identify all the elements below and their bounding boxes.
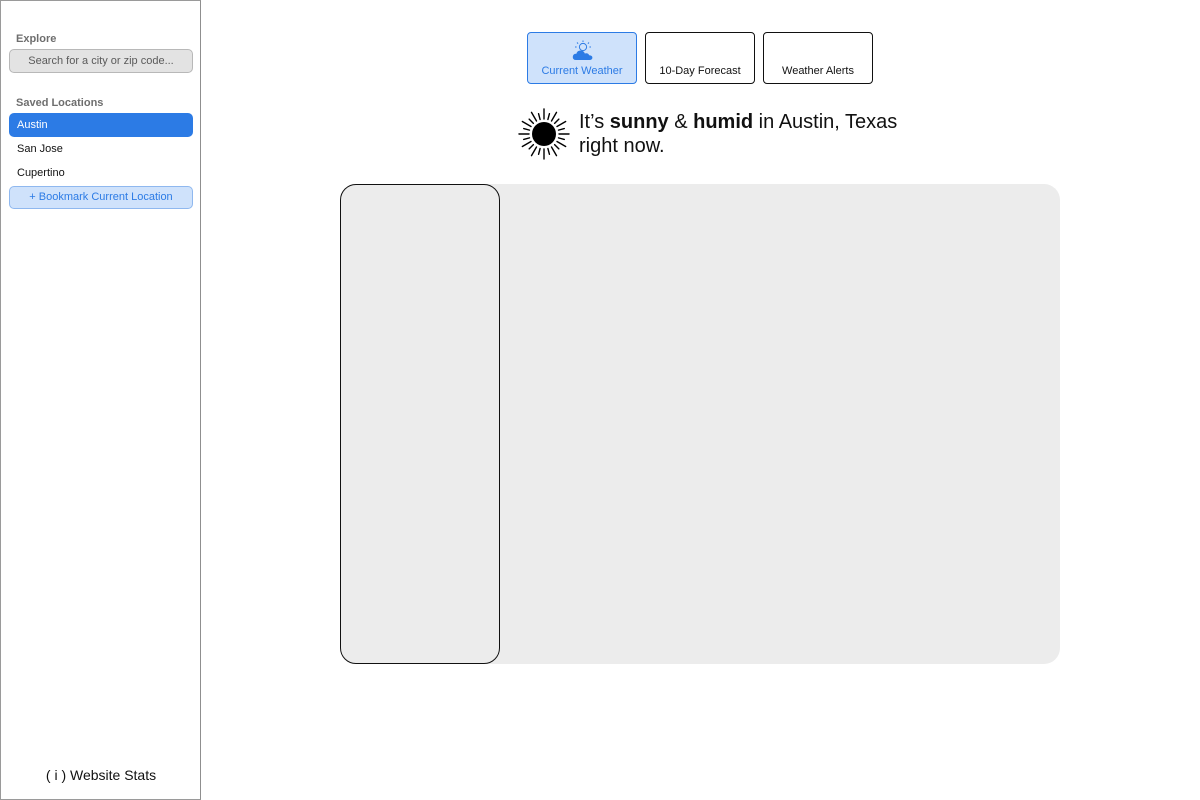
sun-ray	[553, 118, 560, 125]
sun-icon	[518, 108, 570, 160]
sun-ray	[556, 140, 567, 148]
sun-ray	[537, 147, 541, 155]
sun-ray	[523, 137, 531, 141]
sun-ray	[521, 140, 532, 148]
headline-prefix: It’s	[579, 111, 610, 133]
saved-location-austin[interactable]: Austin	[9, 113, 193, 137]
search-input[interactable]	[9, 49, 193, 73]
saved-location-cupertino[interactable]: Cupertino	[9, 161, 193, 185]
saved-location-san-jose[interactable]: San Jose	[9, 137, 193, 161]
sun-ray	[550, 146, 558, 157]
sun-ray	[528, 118, 535, 125]
sun-ray	[553, 143, 560, 150]
sun-ray	[530, 146, 538, 157]
sidebar: Explore Saved Locations Austin San Jose …	[0, 0, 201, 800]
sun-ray	[547, 113, 551, 121]
tab-weather-alerts[interactable]: Weather Alerts	[763, 32, 873, 84]
tab-10-day-forecast[interactable]: 10-Day Forecast	[645, 32, 755, 84]
sun-ray	[530, 111, 538, 122]
sun-ray	[528, 143, 535, 150]
headline-joiner: &	[668, 111, 694, 133]
headline-location: in Austin, Texas	[753, 111, 898, 133]
partly-cloudy-icon	[572, 40, 593, 60]
sun-ray	[523, 127, 531, 131]
explore-heading: Explore	[16, 33, 57, 45]
headline-condition-sunny: sunny	[609, 111, 669, 133]
sun-ray	[556, 120, 567, 128]
sun-ray	[557, 137, 565, 141]
sun-ray	[521, 120, 532, 128]
tab-current-weather-label: Current Weather	[541, 65, 623, 77]
sun-ray	[550, 111, 558, 122]
sun-ray	[537, 113, 541, 121]
headline-line-two: right now.	[579, 135, 665, 157]
website-stats-link[interactable]: ( i ) Website Stats	[1, 767, 201, 783]
tab-current-weather[interactable]: Current Weather	[527, 32, 637, 84]
saved-locations-heading: Saved Locations	[16, 97, 104, 109]
weather-headline: It’s sunny & humid in Austin, Texas righ…	[518, 108, 898, 162]
weather-detail-card	[340, 184, 500, 664]
sun-ray	[547, 147, 551, 155]
tab-10-day-forecast-label: 10-Day Forecast	[659, 65, 741, 77]
sun-ray	[557, 127, 565, 131]
weather-headline-text: It’s sunny & humid in Austin, Texas righ…	[579, 110, 897, 158]
headline-condition-humid: humid	[693, 111, 754, 133]
bookmark-location-button[interactable]: + Bookmark Current Location	[9, 186, 193, 209]
tab-weather-alerts-label: Weather Alerts	[782, 65, 854, 77]
